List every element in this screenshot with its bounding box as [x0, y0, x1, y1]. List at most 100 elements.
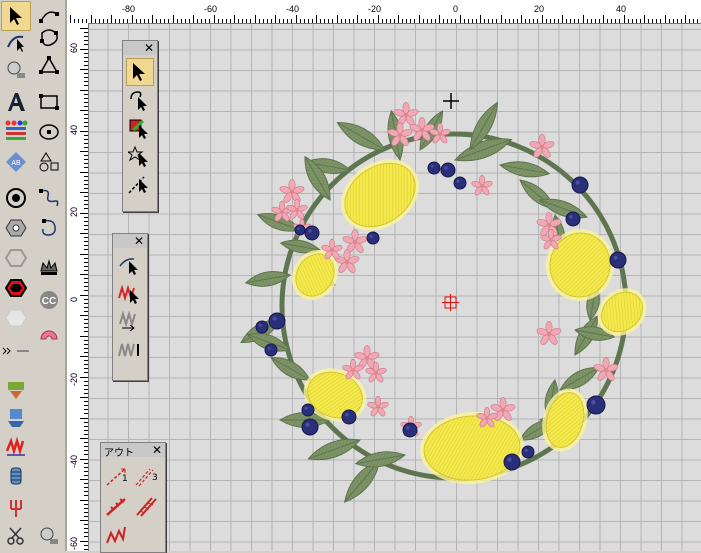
ruler-tick [84, 77, 88, 79]
flower-center [549, 238, 553, 242]
palette-zigzag-select-button[interactable] [117, 280, 143, 306]
ruler-label: 0 [453, 4, 459, 14]
select-tool-button[interactable] [1, 1, 31, 31]
ruler-tick [80, 335, 88, 337]
palette-select-button[interactable] [126, 58, 154, 86]
monogram-cc-button[interactable]: CC [35, 286, 63, 314]
palette-zigzag-insert-button[interactable] [117, 308, 143, 334]
flower-center [419, 127, 425, 133]
ruler-tick [84, 32, 88, 34]
shapes-icon [39, 152, 59, 172]
ruler-tick [84, 73, 88, 75]
palette-title-bar[interactable]: アウト ✕ [101, 443, 165, 459]
ruler-tick [492, 19, 494, 23]
outline-count-label: 3 [152, 473, 158, 483]
ruler-tick [209, 19, 211, 23]
palette-close-button[interactable]: ✕ [152, 443, 162, 457]
ruler-tick [84, 142, 88, 144]
closed-curve-button[interactable] [35, 24, 63, 52]
palette-line-select-button[interactable] [127, 171, 153, 197]
reshape-icon [7, 35, 24, 52]
stitch-pattern-button[interactable] [2, 404, 30, 432]
freehand-button[interactable] [35, 184, 63, 212]
outline-triple-button[interactable]: 3 [134, 465, 160, 489]
ruler-tick [84, 528, 88, 530]
ruler-tick [70, 15, 71, 23]
outline-single-button[interactable]: 1 [105, 465, 131, 489]
outline-satin-button[interactable] [134, 495, 160, 519]
zigzag-stitch-button[interactable] [2, 432, 30, 460]
ellipse-button[interactable] [35, 118, 63, 146]
zoom-icon [7, 61, 25, 78]
outline-motif-button[interactable] [105, 495, 131, 519]
ruler-tick [406, 19, 408, 23]
ruler-tick [80, 192, 88, 193]
star-select-icon [128, 145, 148, 167]
ruler-tick [287, 19, 289, 23]
flower-center [546, 331, 552, 337]
spool-button[interactable] [2, 462, 30, 490]
berry-highlight [591, 400, 596, 405]
shapes-button[interactable] [35, 148, 63, 176]
berry [503, 453, 521, 471]
flower [536, 321, 562, 345]
palette-close-button[interactable]: ✕ [134, 234, 144, 248]
ruler-tick [84, 421, 88, 423]
palette-title-bar[interactable]: ✕ [113, 234, 147, 248]
ruler-tick [84, 245, 88, 247]
zoom-secondary-button[interactable] [35, 522, 63, 550]
berry-highlight [272, 316, 277, 321]
ruler-tick [549, 19, 551, 23]
polygon-icon [39, 56, 59, 74]
zoom-tool-button[interactable] [2, 56, 30, 84]
ruler-tick [84, 327, 88, 329]
design-canvas[interactable] [89, 24, 701, 551]
vertical-ruler: 60 40 20 0 -20 -40 -60 [68, 23, 89, 551]
arc-button[interactable] [35, 320, 63, 348]
fork-stitch-button[interactable] [2, 494, 30, 522]
hexagon-disabled-button[interactable] [2, 304, 30, 332]
polygon-button[interactable] [35, 52, 63, 80]
ruler-tick [84, 491, 88, 493]
team-names-button[interactable] [2, 116, 30, 144]
outline-zigzag-button[interactable] [105, 523, 131, 547]
hexagon-fill-button[interactable] [2, 274, 30, 302]
spiral-button[interactable] [35, 214, 63, 242]
circle-tool-button[interactable] [2, 184, 30, 212]
ruler-tick [455, 19, 457, 23]
reshape-tool-button[interactable] [2, 28, 30, 56]
palette-close-button[interactable]: ✕ [144, 41, 154, 55]
ruler-tick [123, 19, 125, 23]
rectangle-button[interactable] [35, 88, 63, 116]
ruler-tick [590, 19, 592, 23]
ruler-tick [242, 19, 244, 23]
ruler-tick [84, 507, 88, 509]
palette-stitch-edit-button[interactable] [117, 252, 143, 278]
ruler-tick [84, 454, 88, 456]
palette-zigzag-break-button[interactable] [117, 336, 143, 362]
ruler-tick [656, 19, 658, 23]
ruler-tick [557, 19, 559, 23]
toolbar-overflow-chevron[interactable] [0, 344, 32, 358]
applique-button[interactable] [2, 376, 30, 404]
berry [301, 418, 319, 436]
ruler-tick [80, 294, 88, 296]
flower-center [352, 239, 358, 245]
palette-title-bar[interactable]: ✕ [123, 41, 157, 55]
ruler-tick [639, 19, 641, 23]
palette-color-select-button[interactable] [127, 115, 153, 141]
ruler-tick [611, 19, 613, 23]
ruler-tick [385, 19, 387, 23]
hexagon-tool-button[interactable] [2, 214, 30, 242]
palette-star-select-button[interactable] [127, 143, 153, 169]
scissors-button[interactable] [2, 522, 30, 550]
ruler-tick [84, 159, 88, 161]
text-tool-button[interactable] [2, 88, 30, 116]
ruler-tick [84, 384, 88, 386]
ruler-tick [80, 233, 88, 234]
monogram-button[interactable]: AB [2, 148, 30, 176]
flower-center [546, 222, 552, 228]
palette-lasso-button[interactable] [127, 87, 153, 113]
crown-button[interactable] [35, 254, 63, 282]
hexagon-outline-button[interactable] [2, 244, 30, 272]
